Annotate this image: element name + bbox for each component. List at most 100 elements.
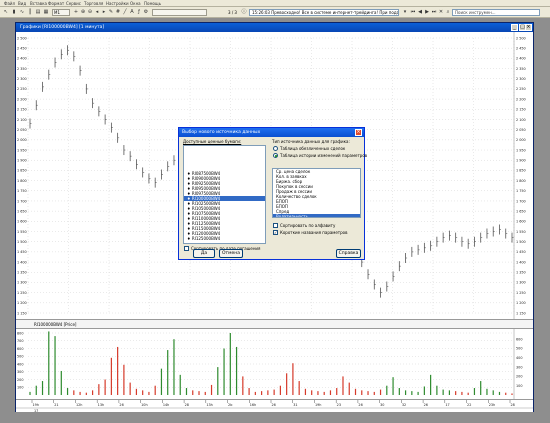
interval-select[interactable]: М1: [52, 9, 70, 16]
chart-window-title-text: Графики [RI100000BW4] [1 минута]: [20, 25, 105, 30]
sort-alpha-checkbox[interactable]: [273, 223, 278, 228]
volume-bar: [248, 388, 250, 395]
volume-pane[interactable]: 800 700 600 500 400 300 200 100 600 500 400 300 200 1…: [16, 329, 533, 399]
price-tick-right: 2 350: [516, 67, 526, 71]
price-tick-left: 2 150: [17, 108, 27, 112]
chart-line-icon[interactable]: ∿: [19, 9, 25, 15]
time-label: 21: [54, 403, 58, 407]
menu-insert[interactable]: Вставка: [30, 1, 47, 6]
crosshair-icon[interactable]: +: [73, 9, 79, 15]
help-button[interactable]: Справка: [336, 249, 361, 258]
price-tick-right: 2 050: [516, 128, 526, 132]
volume-bar: [267, 390, 269, 395]
price-tick-right: 1 250: [516, 291, 526, 295]
volume-bar: [398, 388, 400, 395]
volume-bar: [486, 388, 488, 395]
print-icon[interactable]: ▤: [35, 9, 41, 15]
price-tick-right: 1 950: [516, 148, 526, 152]
text-tool-icon[interactable]: A: [129, 9, 135, 15]
prev-icon[interactable]: ◀: [417, 9, 423, 15]
price-tick-left: 1 300: [17, 281, 27, 285]
time-axis: 19h 21 12h 13h 26 10h 14h 28 13h 2b 16h 26 31 19h 23 26…: [16, 400, 533, 413]
volume-bar: [329, 390, 332, 395]
price-tick-left: 1 150: [17, 311, 27, 315]
zoom-out-icon[interactable]: ⊖: [87, 9, 93, 15]
volume-bar: [498, 391, 501, 395]
arrow-right-icon[interactable]: ▸: [101, 9, 107, 15]
toolbar: ↖ ▮ ∿ ┃ ▤ ▦ М1 + ⊕ ⊖ ◂ ▸ ✎ # ╱ A ƒ ⚙ 3 /…: [0, 7, 550, 18]
volume-bar: [404, 390, 407, 395]
cancel-button[interactable]: Отмена: [219, 249, 243, 258]
dropdown-icon[interactable]: ▾: [402, 9, 408, 15]
instrument-item[interactable]: ♦ RI125000BW4: [184, 236, 265, 241]
cursor-icon[interactable]: ↖: [3, 9, 9, 15]
zoom-in-icon[interactable]: ⊕: [80, 9, 86, 15]
arrow-left-icon[interactable]: ◂: [94, 9, 100, 15]
volume-bar: [60, 370, 62, 395]
data-source-dialog: Выбор нового источника данных × Доступны…: [178, 127, 367, 260]
volume-bar: [430, 374, 432, 395]
instrument-list[interactable]: ♦ RI087500BW4 ♦ RI090000BW4 ♦ RI092500BW4 ♦…: [183, 145, 266, 244]
toolbar-spacer-field[interactable]: [152, 9, 207, 16]
ok-button[interactable]: Да: [193, 249, 215, 258]
price-tick-left: 2 050: [17, 128, 27, 132]
price-tick-left: 1 550: [17, 230, 27, 234]
next-icon[interactable]: ▶: [424, 9, 430, 15]
volume-bar: [73, 390, 75, 395]
sort-expiry-checkbox[interactable]: [184, 246, 189, 251]
table-icon[interactable]: ▦: [43, 9, 49, 15]
search-input[interactable]: Поиск инструмен...: [452, 9, 540, 16]
last-icon[interactable]: ⏭: [431, 9, 437, 15]
time-label: 14h: [163, 403, 169, 407]
menu-tools[interactable]: Сервис: [66, 1, 81, 6]
volume-bar: [129, 382, 131, 395]
trend-line-icon[interactable]: ╱: [122, 9, 128, 15]
dialog-title[interactable]: Выбор нового источника данных: [179, 128, 364, 137]
radio-trades-label: Таблица обезличенных сделок: [280, 146, 346, 151]
menu-file[interactable]: Файл: [4, 1, 15, 6]
menu-view[interactable]: Вид: [18, 1, 26, 6]
chart-bars-icon[interactable]: ▮: [11, 9, 17, 15]
menu-settings[interactable]: Настройки: [106, 1, 129, 6]
menu-format[interactable]: Формат: [48, 1, 64, 6]
volume-tick-right: 100: [516, 384, 522, 388]
menu-trade[interactable]: Торговля: [84, 1, 103, 6]
pencil-icon[interactable]: ✎: [108, 9, 114, 15]
volume-bar: [123, 364, 125, 395]
parameter-item[interactable]: Волатильность: [273, 214, 360, 217]
menu-windows[interactable]: Окна: [130, 1, 141, 6]
time-label: 26: [358, 403, 362, 407]
volume-bar: [417, 391, 419, 395]
status-message-field[interactable]: 15:26:03 Превосходно! Все в системе инте…: [249, 9, 399, 16]
radio-trades-table[interactable]: [273, 146, 278, 151]
volume-bar: [148, 391, 150, 395]
menu-help[interactable]: Помощь: [144, 1, 161, 6]
grid-icon[interactable]: #: [115, 9, 121, 15]
volume-bar: [160, 368, 163, 395]
volume-bar: [223, 348, 225, 395]
volume-bar: [229, 333, 231, 395]
menu-bar: Файл Вид Вставка Формат Сервис Торговля …: [0, 0, 550, 7]
volume-bar: [29, 391, 31, 395]
volume-bar: [367, 391, 369, 395]
volume-bar: [348, 382, 350, 395]
settings-icon[interactable]: ⚙: [143, 9, 149, 15]
radio-params-history[interactable]: [273, 153, 278, 158]
short-names-checkbox[interactable]: ✓: [273, 230, 278, 235]
volume-tick-left: 700: [17, 339, 23, 343]
minimize-button[interactable]: _: [511, 24, 518, 31]
search-icon: ⌕: [446, 9, 450, 15]
close-message-icon[interactable]: ✕: [438, 9, 444, 15]
date-label: 17: [34, 409, 38, 413]
volume-tick-left: 600: [17, 347, 23, 351]
parameter-list[interactable]: Ср. цена сделок Кол. в заявках Биржа. сбор…: [272, 168, 361, 218]
price-tick-right: 2 100: [516, 118, 526, 122]
chart-window-title[interactable]: Графики [RI100000BW4] [1 минута]: [16, 23, 533, 32]
indicator-icon[interactable]: ƒ: [136, 9, 142, 15]
info-icon[interactable]: ⓘ: [241, 9, 247, 15]
first-icon[interactable]: ⏮: [410, 9, 416, 15]
dialog-close-button[interactable]: ×: [355, 129, 362, 136]
close-window-button[interactable]: ×: [525, 24, 532, 31]
chart-candle-icon[interactable]: ┃: [27, 9, 33, 15]
volume-bar: [110, 357, 112, 395]
